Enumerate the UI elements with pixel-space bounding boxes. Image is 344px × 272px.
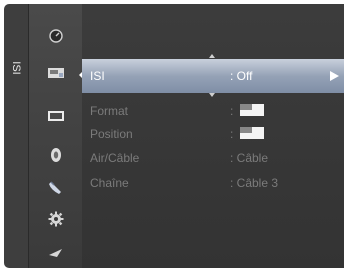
submenu-arrow-icon[interactable] bbox=[330, 71, 339, 81]
menu-item-format: Format bbox=[90, 104, 129, 118]
format-value-separator: : bbox=[230, 104, 234, 118]
scroll-down-indicator bbox=[209, 93, 215, 97]
scroll-up-indicator bbox=[209, 54, 215, 58]
antenna-icon[interactable] bbox=[47, 247, 65, 259]
menu-item-isi[interactable]: ISI bbox=[90, 69, 105, 83]
input-icon[interactable] bbox=[47, 67, 65, 79]
picture-icon[interactable] bbox=[47, 110, 65, 122]
menu-item-position: Position bbox=[90, 127, 133, 141]
menu-item-air-cable: Air/Câble bbox=[90, 151, 140, 165]
selection-pointer-icon bbox=[79, 72, 82, 78]
sidebar-band: ISI bbox=[4, 4, 28, 268]
air-cable-value: : Câble bbox=[230, 151, 269, 165]
gear-icon[interactable] bbox=[48, 211, 64, 227]
chaine-value: : Câble 3 bbox=[230, 176, 279, 190]
sidebar-label: ISI bbox=[10, 61, 22, 75]
tv-menu-screen: ISI ISI : Off Format : Position : Air/Câ… bbox=[0, 0, 344, 272]
isi-value[interactable]: : Off bbox=[230, 69, 252, 83]
satellite-icon[interactable] bbox=[48, 179, 64, 195]
clock-icon[interactable] bbox=[48, 28, 64, 44]
format-preview-icon bbox=[240, 104, 264, 116]
position-preview-icon bbox=[240, 127, 264, 139]
menu-item-chaine: Chaîne bbox=[90, 176, 129, 190]
selected-menu-row[interactable] bbox=[82, 59, 344, 93]
position-value-separator: : bbox=[230, 127, 234, 141]
sound-icon[interactable] bbox=[49, 146, 63, 164]
